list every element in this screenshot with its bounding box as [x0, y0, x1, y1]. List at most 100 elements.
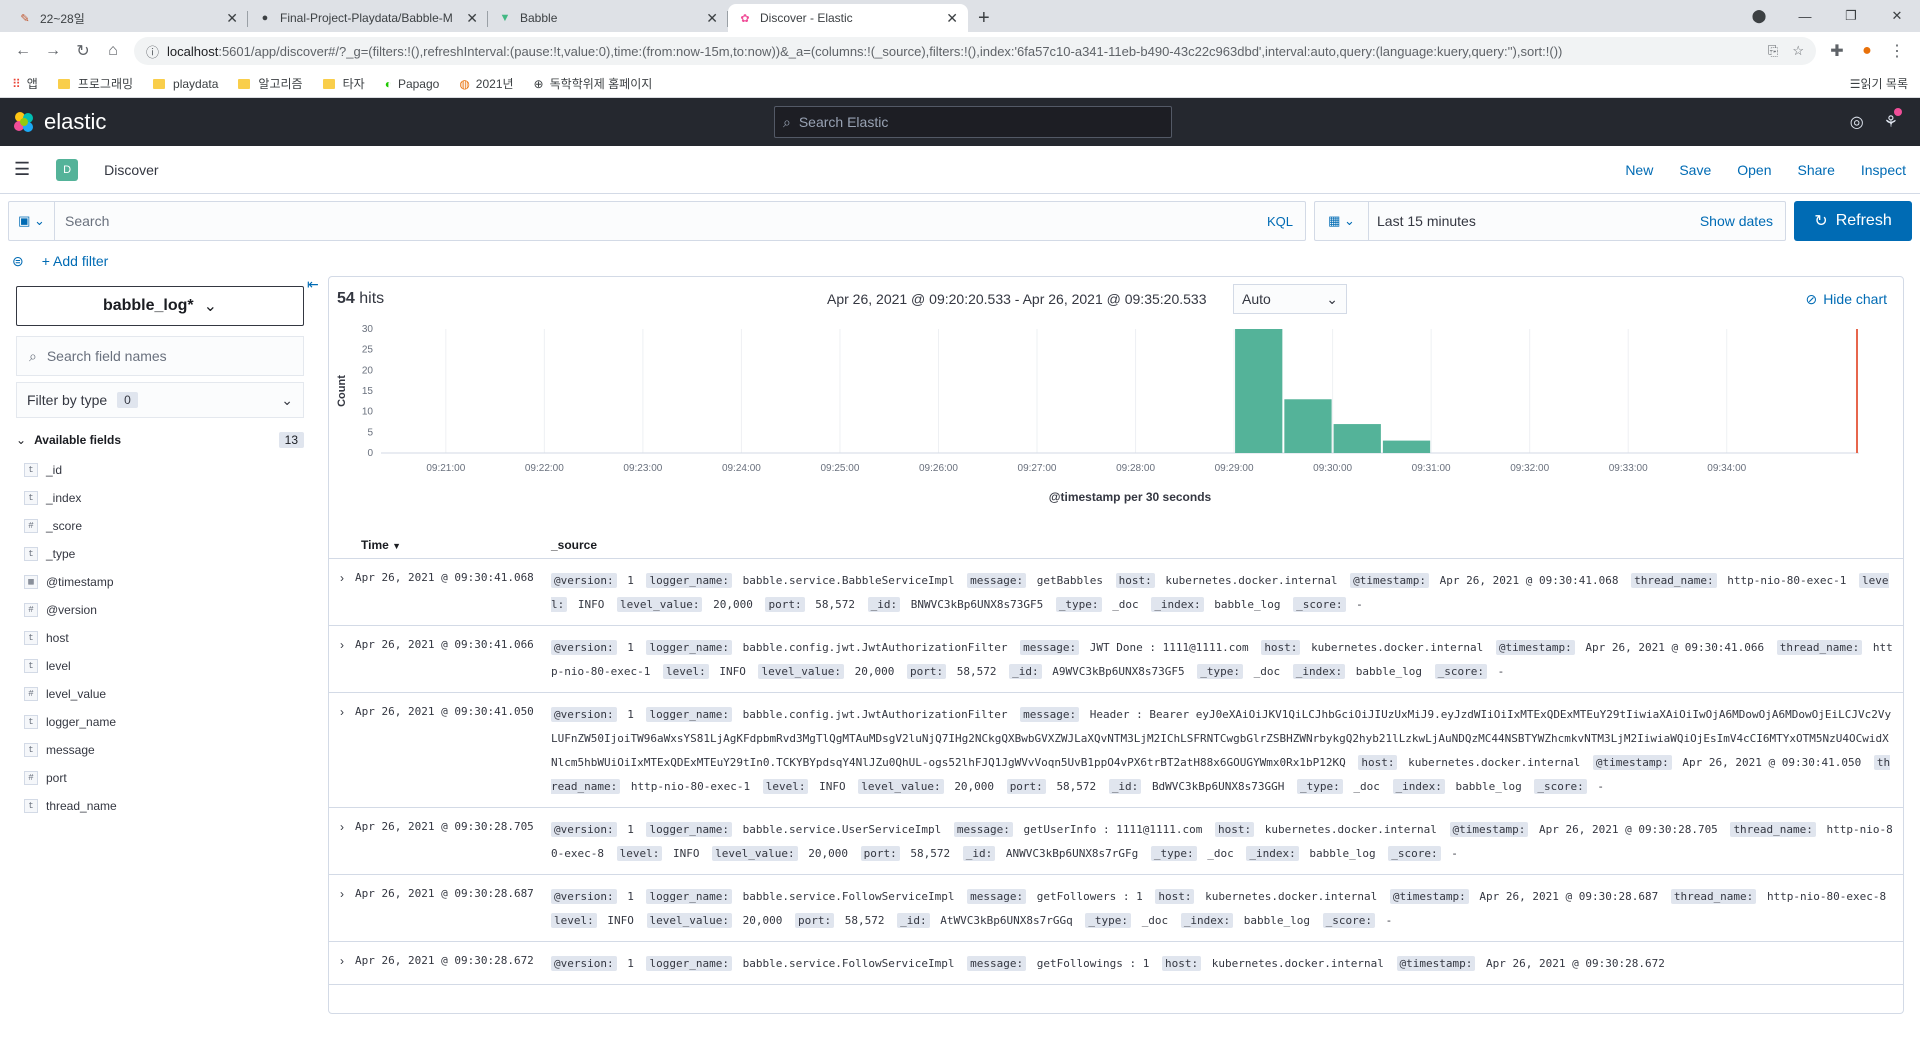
field-item[interactable]: # _score: [16, 512, 304, 540]
search-elastic-input[interactable]: ⌕ Search Elastic: [774, 106, 1172, 138]
expand-row-icon[interactable]: ›: [329, 818, 355, 866]
field-item[interactable]: t level: [16, 652, 304, 680]
bookmark-folder[interactable]: 타자: [322, 75, 365, 92]
bookmark-star-icon[interactable]: ☆: [1792, 43, 1804, 59]
table-row: › Apr 26, 2021 @ 09:30:41.066 @version: 1 …: [329, 626, 1903, 693]
field-search-input[interactable]: ⌕ Search field names: [16, 336, 304, 376]
source-key: port:: [765, 597, 805, 612]
source-value: BNWVC3kBp6UNX8s73GF5: [910, 598, 1044, 611]
reading-list[interactable]: ☰ 읽기 목록: [1850, 75, 1908, 92]
avatar[interactable]: ●: [1852, 42, 1882, 60]
field-item[interactable]: # level_value: [16, 680, 304, 708]
saved-query-icon[interactable]: ▣ ⌄: [9, 202, 55, 240]
field-item[interactable]: # port: [16, 764, 304, 792]
source-value: getUserInfo : 1111@1111.com: [1023, 823, 1203, 836]
chevron-down-icon: ⌄: [16, 433, 27, 447]
minimize-icon[interactable]: —: [1782, 0, 1828, 32]
expand-row-icon[interactable]: ›: [329, 636, 355, 684]
share-button[interactable]: Share: [1798, 162, 1835, 178]
browser-tab[interactable]: ● Final-Project-Playdata/Babble-M ✕: [248, 4, 488, 32]
close-window-icon[interactable]: ✕: [1874, 0, 1920, 32]
new-tab-button[interactable]: +: [978, 4, 990, 32]
inspect-button[interactable]: Inspect: [1861, 162, 1906, 178]
index-pattern-label: babble_log*: [102, 297, 194, 314]
translate-icon[interactable]: ⎘: [1768, 43, 1778, 59]
field-item[interactable]: t host: [16, 624, 304, 652]
reload-icon[interactable]: ↻: [68, 41, 98, 61]
calendar-icon[interactable]: ▦ ⌄: [1315, 202, 1369, 240]
source-value: 1: [627, 641, 634, 654]
menu-icon[interactable]: ⋮: [1882, 41, 1912, 61]
back-icon[interactable]: ←: [8, 42, 38, 60]
hits-number: 54: [337, 290, 355, 307]
bookmark-folder[interactable]: playdata: [153, 77, 218, 91]
close-icon[interactable]: ✕: [226, 10, 238, 27]
field-name: thread_name: [46, 799, 117, 813]
elastic-logo[interactable]: elastic: [12, 109, 106, 135]
bookmark-folder[interactable]: 알고리즘: [238, 75, 303, 92]
expand-row-icon[interactable]: ›: [329, 885, 355, 933]
available-fields-header[interactable]: ⌄ Available fields 13: [16, 432, 304, 448]
help-icon[interactable]: ◎: [1850, 112, 1864, 132]
profile-dropdown-icon[interactable]: ⬤: [1736, 0, 1782, 32]
time-picker[interactable]: ▦ ⌄ Last 15 minutes Show dates: [1314, 201, 1786, 241]
field-item[interactable]: ▦ @timestamp: [16, 568, 304, 596]
notification-dot: [1894, 108, 1902, 116]
maximize-icon[interactable]: ❐: [1828, 0, 1874, 32]
hide-chart-button[interactable]: ⊘ Hide chart: [1805, 291, 1887, 308]
source-key: @version:: [551, 707, 617, 722]
browser-tab[interactable]: ▼ Babble ✕: [488, 4, 728, 32]
extensions-icon[interactable]: ✚: [1822, 41, 1852, 61]
filter-options-icon[interactable]: ⊜: [12, 253, 24, 270]
histogram-bar: [1333, 424, 1381, 453]
browser-tab-active[interactable]: ✿ Discover - Elastic ✕: [728, 4, 968, 32]
forward-icon[interactable]: →: [38, 42, 68, 60]
add-filter-button[interactable]: + Add filter: [42, 253, 109, 269]
bookmark-label: playdata: [173, 76, 219, 91]
url-bar[interactable]: ⓘ localhost:5601/app/discover#/?_g=(filt…: [134, 37, 1816, 65]
refresh-button[interactable]: ↻ Refresh: [1794, 201, 1912, 241]
field-item[interactable]: t _id: [16, 456, 304, 484]
bookmark-papago[interactable]: ◐ Papago: [385, 77, 440, 91]
collapse-sidebar-icon[interactable]: ⇤: [307, 276, 319, 293]
bookmark-2021[interactable]: ◍ 2021년: [459, 75, 513, 92]
menu-toggle-icon[interactable]: ☰: [14, 159, 30, 180]
browser-tab[interactable]: ✎ 22~28일 ✕: [8, 4, 248, 32]
index-pattern-selector[interactable]: babble_log* ⌄: [16, 286, 304, 326]
kql-toggle[interactable]: KQL: [1255, 214, 1305, 229]
show-dates-button[interactable]: Show dates: [1700, 213, 1785, 229]
app-badge[interactable]: D: [56, 158, 79, 181]
row-time: Apr 26, 2021 @ 09:30:28.672: [355, 954, 534, 967]
time-range[interactable]: Last 15 minutes: [1369, 213, 1700, 229]
field-item[interactable]: t message: [16, 736, 304, 764]
new-button[interactable]: New: [1625, 162, 1653, 178]
source-value: babble.service.FollowServiceImpl: [742, 957, 955, 970]
bookmark-apps[interactable]: ⠿ 앱: [12, 75, 38, 92]
expand-row-icon[interactable]: ›: [329, 952, 355, 976]
source-value: babble.service.FollowServiceImpl: [742, 890, 955, 903]
time-column-header[interactable]: Time ▼: [329, 538, 551, 552]
close-icon[interactable]: ✕: [946, 10, 958, 27]
filter-by-type-button[interactable]: Filter by type 0 ⌄: [16, 382, 304, 418]
news-feed-icon[interactable]: ⚘: [1884, 108, 1902, 132]
open-button[interactable]: Open: [1737, 162, 1771, 178]
info-icon[interactable]: ⓘ: [146, 42, 159, 61]
expand-row-icon[interactable]: ›: [329, 569, 355, 617]
bookmark-label: 독학학위제 홈페이지: [549, 77, 653, 91]
query-input[interactable]: ▣ ⌄ Search KQL: [8, 201, 1306, 241]
source-value: -: [1597, 780, 1604, 793]
save-button[interactable]: Save: [1679, 162, 1711, 178]
histogram-chart: 09:21:00 09:22:00 09:23:00 09:24:00 09:25:00…: [329, 321, 1903, 531]
close-icon[interactable]: ✕: [706, 10, 718, 27]
field-item[interactable]: t thread_name: [16, 792, 304, 820]
bookmark-homepage[interactable]: ⊕ 독학학위제 홈페이지: [534, 75, 653, 92]
field-item[interactable]: t _index: [16, 484, 304, 512]
close-icon[interactable]: ✕: [466, 10, 478, 27]
field-item[interactable]: t _type: [16, 540, 304, 568]
field-item[interactable]: # @version: [16, 596, 304, 624]
interval-select[interactable]: Auto ⌄: [1233, 284, 1347, 314]
field-item[interactable]: t logger_name: [16, 708, 304, 736]
expand-row-icon[interactable]: ›: [329, 703, 355, 799]
home-icon[interactable]: ⌂: [98, 42, 128, 60]
bookmark-folder[interactable]: 프로그래밍: [57, 75, 133, 92]
